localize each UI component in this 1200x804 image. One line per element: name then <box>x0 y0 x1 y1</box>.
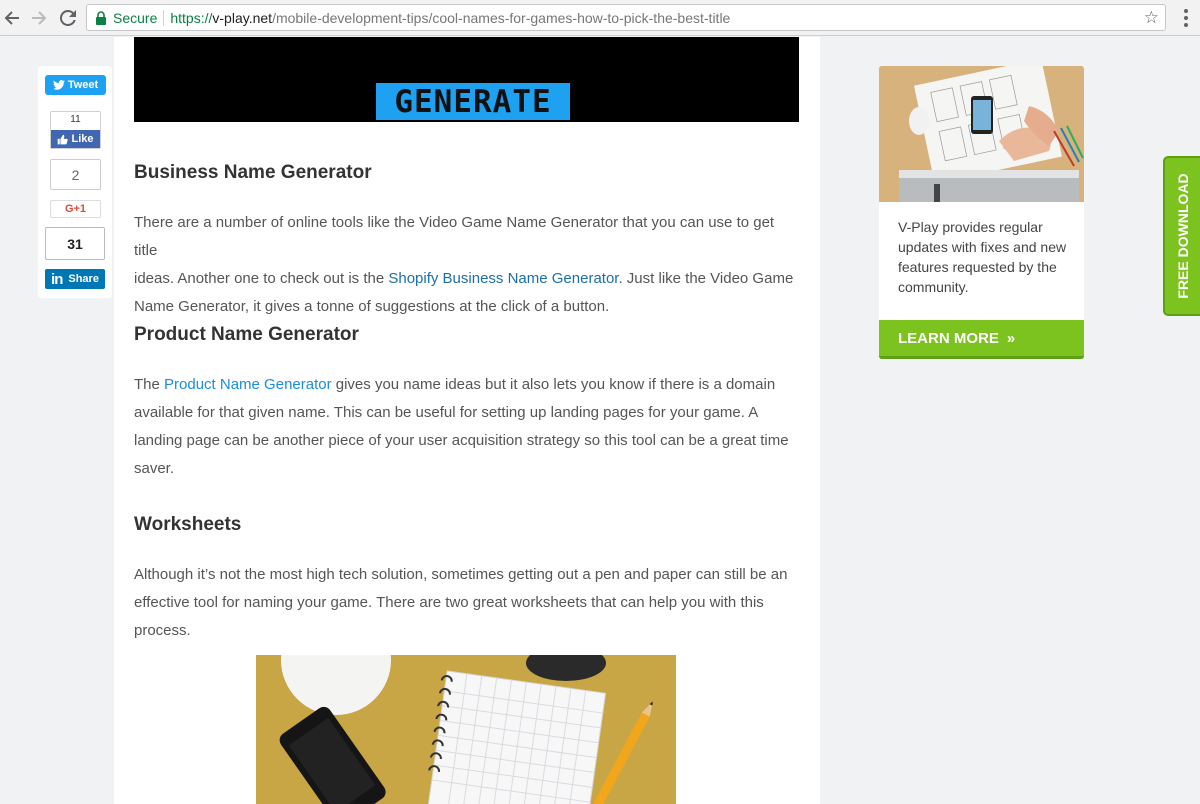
url-path: /mobile-development-tips/cool-names-for-… <box>272 9 731 26</box>
facebook-like-count: 11 <box>70 114 81 125</box>
learn-more-button[interactable]: LEARN MORE » <box>879 320 1084 359</box>
heading-business-name-generator: Business Name Generator <box>134 162 372 183</box>
linkedin-share-button[interactable]: in Share <box>45 269 105 289</box>
text-line: There are a number of online tools like … <box>134 214 775 259</box>
linkedin-icon: in <box>51 270 63 288</box>
twitter-bird-icon <box>52 80 65 90</box>
linkedin-share-count: 31 <box>45 227 105 260</box>
divider <box>163 9 165 26</box>
social-share-bar: Tweet 11 Like 2 G+1 31 in Share <box>38 66 112 298</box>
linkedin-share-label: Share <box>68 273 99 285</box>
web-page: Tweet 11 Like 2 G+1 31 in Share GENERATE… <box>0 37 1200 804</box>
forward-arrow-icon[interactable] <box>28 7 50 29</box>
generator-screenshot: GENERATE <box>134 37 799 122</box>
paragraph-product-name-generator: The Product Name Generator gives you nam… <box>134 371 799 483</box>
text-line: Name Generator, it gives a tonne of sugg… <box>134 298 610 315</box>
notebook-photo <box>256 655 676 804</box>
text-line: process. <box>134 622 191 639</box>
reload-icon[interactable] <box>57 7 79 29</box>
sidebar-ad: V-Play provides regular updates with fix… <box>879 66 1084 359</box>
back-arrow-icon[interactable] <box>1 7 23 29</box>
heading-worksheets: Worksheets <box>134 514 242 535</box>
thumbs-up-icon <box>58 134 69 144</box>
text-line: landing page can be another piece of you… <box>134 432 789 449</box>
learn-more-label: LEARN MORE <box>898 329 999 347</box>
url-scheme: https:// <box>170 9 213 26</box>
browser-menu-icon[interactable] <box>1176 7 1196 29</box>
tweet-label: Tweet <box>67 79 99 91</box>
text-line: available for that given name. This can … <box>134 404 759 421</box>
text-line: ideas. Another one to check out is the S… <box>134 270 794 287</box>
paragraph-worksheets: Although it’s not the most high tech sol… <box>134 561 799 645</box>
text-line: effective tool for naming your game. The… <box>134 594 764 611</box>
ad-description: V-Play provides regular updates with fix… <box>898 219 1067 295</box>
facebook-like-widget[interactable]: 11 Like <box>50 111 101 149</box>
double-chevron-right-icon: » <box>1006 329 1016 347</box>
facebook-like-button[interactable]: Like <box>51 130 100 148</box>
workspace-photo <box>879 66 1084 202</box>
text-line: The Product Name Generator gives you nam… <box>134 376 776 393</box>
paragraph-business-name-generator: There are a number of online tools like … <box>134 209 799 321</box>
address-bar[interactable]: Secure https://v-play.net/mobile-develop… <box>86 4 1166 31</box>
free-download-tab[interactable]: FREE DOWNLOAD <box>1163 156 1200 316</box>
product-name-generator-link[interactable]: Product Name Generator <box>164 376 332 393</box>
secure-label: Secure <box>113 9 158 26</box>
facebook-like-label: Like <box>71 133 94 145</box>
free-download-label: FREE DOWNLOAD <box>1174 173 1191 299</box>
url-host: v-play.net <box>212 9 273 26</box>
generate-button-image: GENERATE <box>376 83 570 120</box>
tweet-button[interactable]: Tweet <box>45 75 106 95</box>
bookmark-star-icon[interactable]: ☆ <box>1144 8 1159 28</box>
browser-toolbar: Secure https://v-play.net/mobile-develop… <box>0 0 1200 36</box>
shopify-business-name-generator-link[interactable]: Shopify Business Name Generator <box>388 270 618 287</box>
gplus-button[interactable]: G+1 <box>50 200 101 218</box>
heading-product-name-generator: Product Name Generator <box>134 324 359 345</box>
lock-icon <box>95 10 107 25</box>
text-line: Although it’s not the most high tech sol… <box>134 566 788 583</box>
text-line: saver. <box>134 460 175 477</box>
gplus-count: 2 <box>50 159 101 190</box>
